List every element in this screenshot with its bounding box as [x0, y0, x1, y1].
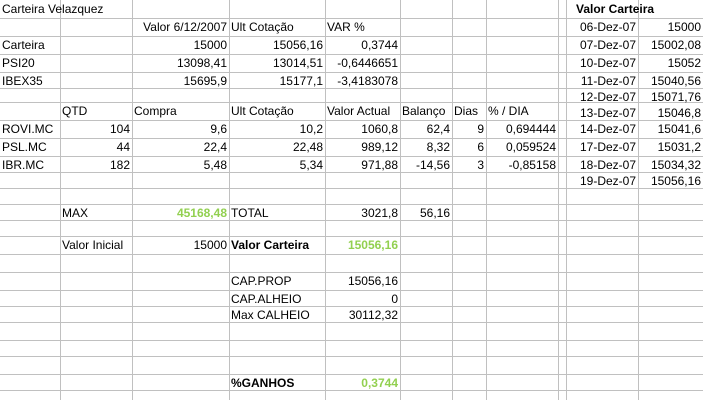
header-dias[interactable]: Dias	[452, 102, 486, 120]
stock-ult-rovi[interactable]: 10,2	[229, 120, 325, 138]
index-valor-ibex35[interactable]: 15695,9	[132, 72, 229, 90]
valor-carteira-label[interactable]: Valor Carteira	[229, 236, 325, 254]
stock-ult-ibr[interactable]: 5,34	[229, 156, 325, 174]
stock-balanco-psl[interactable]: 8,32	[400, 138, 452, 156]
stock-valor-psl[interactable]: 989,12	[325, 138, 400, 156]
header-var[interactable]: VAR %	[325, 18, 400, 36]
index-ult-ibex35[interactable]: 15177,1	[229, 72, 325, 90]
header-valor-actual[interactable]: Valor Actual	[325, 102, 400, 120]
ganhos-label[interactable]: %GANHOS	[229, 374, 325, 392]
stock-ult-psl[interactable]: 22,48	[229, 138, 325, 156]
stock-name-rovi[interactable]: ROVI.MC	[0, 120, 60, 138]
stock-valor-rovi[interactable]: 1060,8	[325, 120, 400, 138]
stock-qtd-rovi[interactable]: 104	[60, 120, 132, 138]
total-value[interactable]: 3021,8	[325, 204, 400, 222]
history-date[interactable]: 07-Dez-07	[566, 36, 638, 54]
stock-dias-rovi[interactable]: 9	[452, 120, 486, 138]
header-balanco[interactable]: Balanço	[400, 102, 452, 120]
history-value[interactable]: 15041,6	[638, 120, 703, 138]
history-date[interactable]: 10-Dez-07	[566, 54, 638, 72]
history-value[interactable]: 15000	[638, 18, 703, 36]
header-pct-dia[interactable]: % / DIA	[486, 102, 558, 120]
index-valor-carteira[interactable]: 15000	[132, 36, 229, 54]
history-value[interactable]: 15056,16	[638, 172, 703, 190]
header-compra[interactable]: Compra	[132, 102, 229, 120]
index-var-psi20[interactable]: -0,6446651	[325, 54, 400, 72]
cap-prop-label[interactable]: CAP.PROP	[229, 272, 325, 290]
cap-prop-value[interactable]: 15056,16	[325, 272, 400, 290]
stock-qtd-psl[interactable]: 44	[60, 138, 132, 156]
max-calheio-label[interactable]: Max CALHEIO	[229, 306, 325, 324]
max-calheio-value[interactable]: 30112,32	[325, 306, 400, 324]
stock-compra-rovi[interactable]: 9,6	[132, 120, 229, 138]
stock-balanco-ibr[interactable]: -14,56	[400, 156, 452, 174]
stock-compra-ibr[interactable]: 5,48	[132, 156, 229, 174]
header-ult-cotacao-2[interactable]: Ult Cotação	[229, 102, 325, 120]
spreadsheet[interactable]: Carteira Velazquez Valor 6/12/2007 Ult C…	[0, 0, 703, 400]
history-value[interactable]: 15031,2	[638, 138, 703, 156]
index-ult-carteira[interactable]: 15056,16	[229, 36, 325, 54]
stock-valor-ibr[interactable]: 971,88	[325, 156, 400, 174]
stock-compra-psl[interactable]: 22,4	[132, 138, 229, 156]
history-date[interactable]: 17-Dez-07	[566, 138, 638, 156]
index-name-ibex35[interactable]: IBEX35	[0, 72, 60, 90]
history-title[interactable]: Valor Carteira	[574, 0, 703, 18]
history-value[interactable]: 15052	[638, 54, 703, 72]
stock-balanco-rovi[interactable]: 62,4	[400, 120, 452, 138]
max-value[interactable]: 45168,48	[132, 204, 229, 222]
ganhos-value[interactable]: 0,3744	[325, 374, 400, 392]
index-ult-psi20[interactable]: 13014,51	[229, 54, 325, 72]
valor-inicial-value[interactable]: 15000	[132, 236, 229, 254]
history-date[interactable]: 14-Dez-07	[566, 120, 638, 138]
index-var-carteira[interactable]: 0,3744	[325, 36, 400, 54]
stock-dias-psl[interactable]: 6	[452, 138, 486, 156]
history-date[interactable]: 19-Dez-07	[566, 172, 638, 190]
stock-name-ibr[interactable]: IBR.MC	[0, 156, 60, 174]
header-valor[interactable]: Valor 6/12/2007	[132, 18, 229, 36]
valor-carteira-value[interactable]: 15056,16	[325, 236, 400, 254]
index-name-carteira[interactable]: Carteira	[0, 36, 60, 54]
max-label[interactable]: MAX	[60, 204, 132, 222]
header-ult-cotacao[interactable]: Ult Cotação	[229, 18, 325, 36]
total-balanco[interactable]: 56,16	[400, 204, 452, 222]
valor-inicial-label[interactable]: Valor Inicial	[60, 236, 132, 254]
index-valor-psi20[interactable]: 13098,41	[132, 54, 229, 72]
index-var-ibex35[interactable]: -3,4183078	[325, 72, 400, 90]
stock-name-psl[interactable]: PSL.MC	[0, 138, 60, 156]
stock-dias-ibr[interactable]: 3	[452, 156, 486, 174]
stock-pct-ibr[interactable]: -0,85158	[486, 156, 558, 174]
history-date[interactable]: 06-Dez-07	[566, 18, 638, 36]
index-name-psi20[interactable]: PSI20	[0, 54, 60, 72]
stock-pct-rovi[interactable]: 0,694444	[486, 120, 558, 138]
sheet-title[interactable]: Carteira Velazquez	[0, 0, 105, 18]
stock-qtd-ibr[interactable]: 182	[60, 156, 132, 174]
history-value[interactable]: 15002,08	[638, 36, 703, 54]
total-label[interactable]: TOTAL	[229, 204, 325, 222]
header-qtd[interactable]: QTD	[60, 102, 132, 120]
stock-pct-psl[interactable]: 0,059524	[486, 138, 558, 156]
